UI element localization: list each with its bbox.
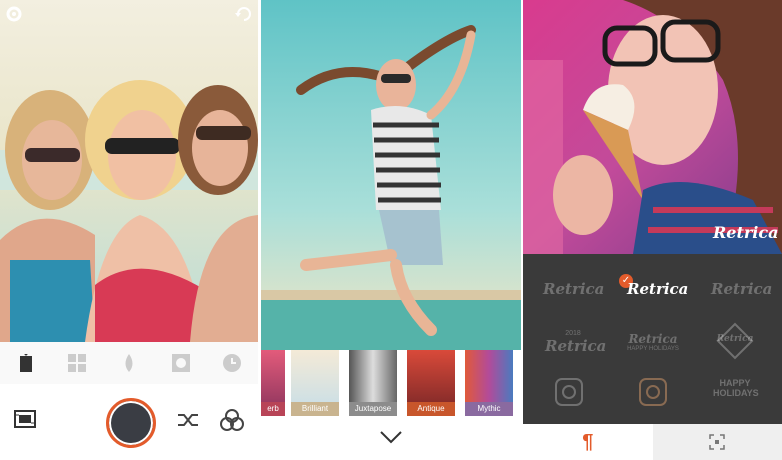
film-icon[interactable] [14,410,36,428]
filter-panel: erb Brilliant Juxtapose Antique Mythic [261,0,521,460]
stamp-grid: Retrica ✓ Retrica Retrica 2018 Retrica R… [523,254,782,424]
filter-thumb-0[interactable]: erb [261,350,285,416]
camera-toolbar [0,342,258,384]
frame-tab[interactable] [652,424,782,460]
stamp-preview: Retrica [523,0,782,254]
filter-thumb-2[interactable]: Juxtapose [349,350,397,416]
stamp-item[interactable]: Retrica [543,280,604,298]
stamp-item[interactable]: 2018 Retrica [545,330,606,355]
retrica-watermark: Retrica [712,223,778,242]
stamp-panel: Retrica Retrica ✓ Retrica Retrica 2018 R… [523,0,782,460]
shuffle-icon[interactable] [178,412,200,428]
filter-thumb-4[interactable]: Mythic [465,350,513,416]
filter-thumb-3[interactable]: Antique [407,350,455,416]
shutter-button[interactable] [106,398,156,448]
camera-panel [0,0,258,460]
stamp-item[interactable]: Retrica [715,322,755,360]
pilcrow-icon: ¶ [582,430,594,453]
focus-frame-icon [709,434,725,450]
filter-strip: erb Brilliant Juxtapose Antique Mythic [261,350,521,416]
filter-label: Antique [407,402,455,416]
filter-label: erb [261,402,285,416]
droplet-icon[interactable] [118,352,140,374]
stamp-tabs: ¶ [523,424,782,460]
collage-single-icon[interactable] [15,352,37,374]
camera-color-icon[interactable] [639,378,667,406]
camera-icon[interactable] [555,378,583,406]
stamp-tab[interactable]: ¶ [523,424,653,460]
filter-label: Juxtapose [349,402,397,416]
frame-icon[interactable] [170,352,192,374]
filters-icon[interactable] [220,409,244,431]
filter-label: Mythic [465,402,513,416]
stamp-item[interactable]: Retrica HAPPY HOLIDAYS [625,332,681,352]
stamp-item[interactable]: Retrica [711,280,772,298]
stamp-item[interactable]: HAPPY HOLIDAYS [713,378,759,398]
stamp-item-selected[interactable]: Retrica [627,280,688,298]
timer-icon[interactable] [221,352,243,374]
filter-preview [261,0,521,350]
chevron-down-icon[interactable] [379,430,403,444]
grid-icon[interactable] [66,352,88,374]
filter-thumb-1[interactable]: Brilliant [291,350,339,416]
filter-label: Brilliant [291,402,339,416]
camera-preview [0,0,258,342]
